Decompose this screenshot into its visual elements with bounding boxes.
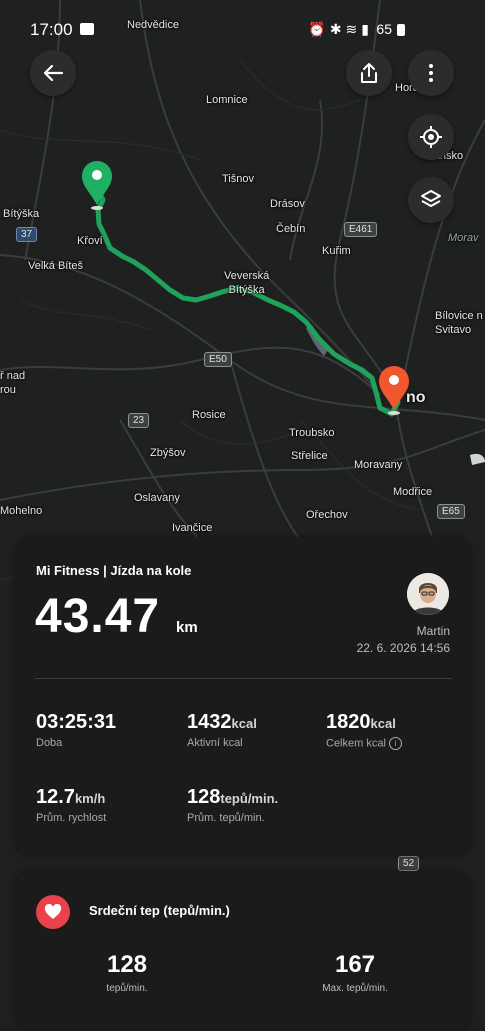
road-shield: E50 bbox=[204, 352, 232, 367]
hr-max-label: Max. tepů/min. bbox=[322, 983, 388, 994]
user-name: Martin bbox=[416, 624, 450, 638]
map-label: Ořechov bbox=[306, 509, 348, 521]
road-shield: 52 bbox=[398, 856, 420, 871]
hr-avg-label: tepů/min. bbox=[106, 983, 148, 994]
crosshair-icon bbox=[420, 126, 442, 148]
stat-total-kcal: 1820kcal Celkem kcal i bbox=[326, 711, 402, 750]
stat-value: 1432 bbox=[187, 711, 232, 733]
map-label: Křoví bbox=[77, 235, 103, 247]
stat-label: Doba bbox=[36, 737, 63, 749]
stat-label: Celkem kcal bbox=[326, 737, 386, 750]
activity-source-title: Mi Fitness | Jízda na kole bbox=[36, 563, 192, 578]
hr-max-value: 167 bbox=[334, 951, 376, 978]
heart-rate-max: 167 Max. tepů/min. bbox=[300, 951, 410, 994]
map-label: Drásov bbox=[270, 198, 305, 210]
distance-value: 43.47 bbox=[35, 590, 161, 643]
map-label: Moravany bbox=[354, 459, 403, 471]
heart-rate-average: 128 tepů/min. bbox=[72, 951, 182, 994]
map-label: Bílovice n Svitavo bbox=[435, 310, 483, 336]
stat-label: Prům. tepů/min. bbox=[187, 812, 265, 824]
stat-unit: km/h bbox=[74, 791, 106, 806]
map-label: no bbox=[406, 389, 426, 406]
map-label: Čebín bbox=[276, 223, 306, 235]
stat-value: 128 bbox=[187, 786, 221, 808]
stat-avg-heart-rate: 128tepů/min. Prům. tepů/min. bbox=[187, 786, 278, 824]
status-icons: ⏰✱≋▮ bbox=[308, 21, 373, 37]
map-label: Oslavany bbox=[134, 492, 180, 504]
stat-unit: kcal bbox=[231, 716, 257, 731]
arrow-left-icon bbox=[43, 64, 64, 82]
road-shield: 37 bbox=[16, 227, 38, 242]
map-label: Morav bbox=[448, 232, 479, 244]
stat-avg-speed: 12.7km/h Prům. rychlost bbox=[36, 786, 106, 824]
info-icon[interactable]: i bbox=[388, 737, 402, 750]
stat-label: Prům. rychlost bbox=[36, 812, 107, 824]
stat-active-kcal: 1432kcal Aktivní kcal bbox=[187, 711, 257, 749]
avatar[interactable] bbox=[407, 573, 449, 615]
back-button[interactable] bbox=[30, 50, 76, 96]
share-button[interactable] bbox=[346, 50, 392, 96]
battery-icon bbox=[397, 24, 405, 36]
heart-rate-card[interactable]: Srdeční tep (tepů/min.) 128 tepů/min. 16… bbox=[15, 871, 470, 1031]
map-label: Ivančice bbox=[172, 522, 213, 534]
heart-icon bbox=[36, 895, 70, 929]
divider bbox=[35, 678, 452, 679]
status-bar: 17:00 ⏰✱≋▮ 65 bbox=[0, 0, 485, 44]
map-label: Lomnice bbox=[206, 94, 248, 106]
stat-label: Aktivní kcal bbox=[187, 737, 243, 749]
user-photo-icon bbox=[407, 573, 449, 615]
battery-level: 65 bbox=[376, 21, 392, 37]
stat-value: 1820 bbox=[326, 711, 371, 733]
map-label: Mohelno bbox=[0, 505, 43, 517]
map-label: Bítýška bbox=[3, 208, 40, 220]
road-shield: E65 bbox=[437, 504, 465, 519]
locate-button[interactable] bbox=[408, 114, 454, 160]
road-shield: 23 bbox=[128, 413, 150, 428]
distance-unit: km bbox=[176, 619, 198, 636]
hr-avg-value: 128 bbox=[106, 951, 148, 978]
stat-duration: 03:25:31 Doba bbox=[36, 711, 116, 749]
activity-datetime: 22. 6. 2026 14:56 bbox=[356, 641, 450, 655]
map-label: Velká Bíteš bbox=[28, 260, 84, 272]
road-shield: E461 bbox=[344, 222, 378, 237]
more-vertical-icon bbox=[429, 64, 433, 82]
gallery-icon bbox=[80, 23, 94, 35]
map-label: Kuřim bbox=[322, 245, 351, 257]
map-label: Troubsko bbox=[289, 427, 335, 439]
map-label: ř nad rou bbox=[0, 370, 26, 396]
activity-summary-card: Mi Fitness | Jízda na kole 43.47 km Mart… bbox=[15, 537, 470, 856]
map-label: Střelice bbox=[291, 450, 328, 462]
more-options-button[interactable] bbox=[408, 50, 454, 96]
stat-unit: kcal bbox=[370, 716, 396, 731]
stat-unit: tepů/min. bbox=[220, 791, 279, 806]
layers-icon bbox=[421, 190, 441, 207]
stat-value: 03:25:31 bbox=[36, 711, 117, 733]
map-label: Rosice bbox=[192, 409, 226, 421]
share-icon bbox=[361, 63, 377, 83]
map-layers-button[interactable] bbox=[408, 177, 454, 223]
heart-rate-title: Srdeční tep (tepů/min.) bbox=[89, 903, 230, 918]
map-label: Veverská Bítýška bbox=[224, 270, 270, 296]
map-label: Zbýšov bbox=[150, 447, 186, 459]
status-time: 17:00 bbox=[30, 20, 73, 39]
map-label: Tišnov bbox=[222, 173, 254, 185]
stat-value: 12.7 bbox=[36, 786, 75, 808]
map-label: Modřice bbox=[393, 486, 433, 498]
